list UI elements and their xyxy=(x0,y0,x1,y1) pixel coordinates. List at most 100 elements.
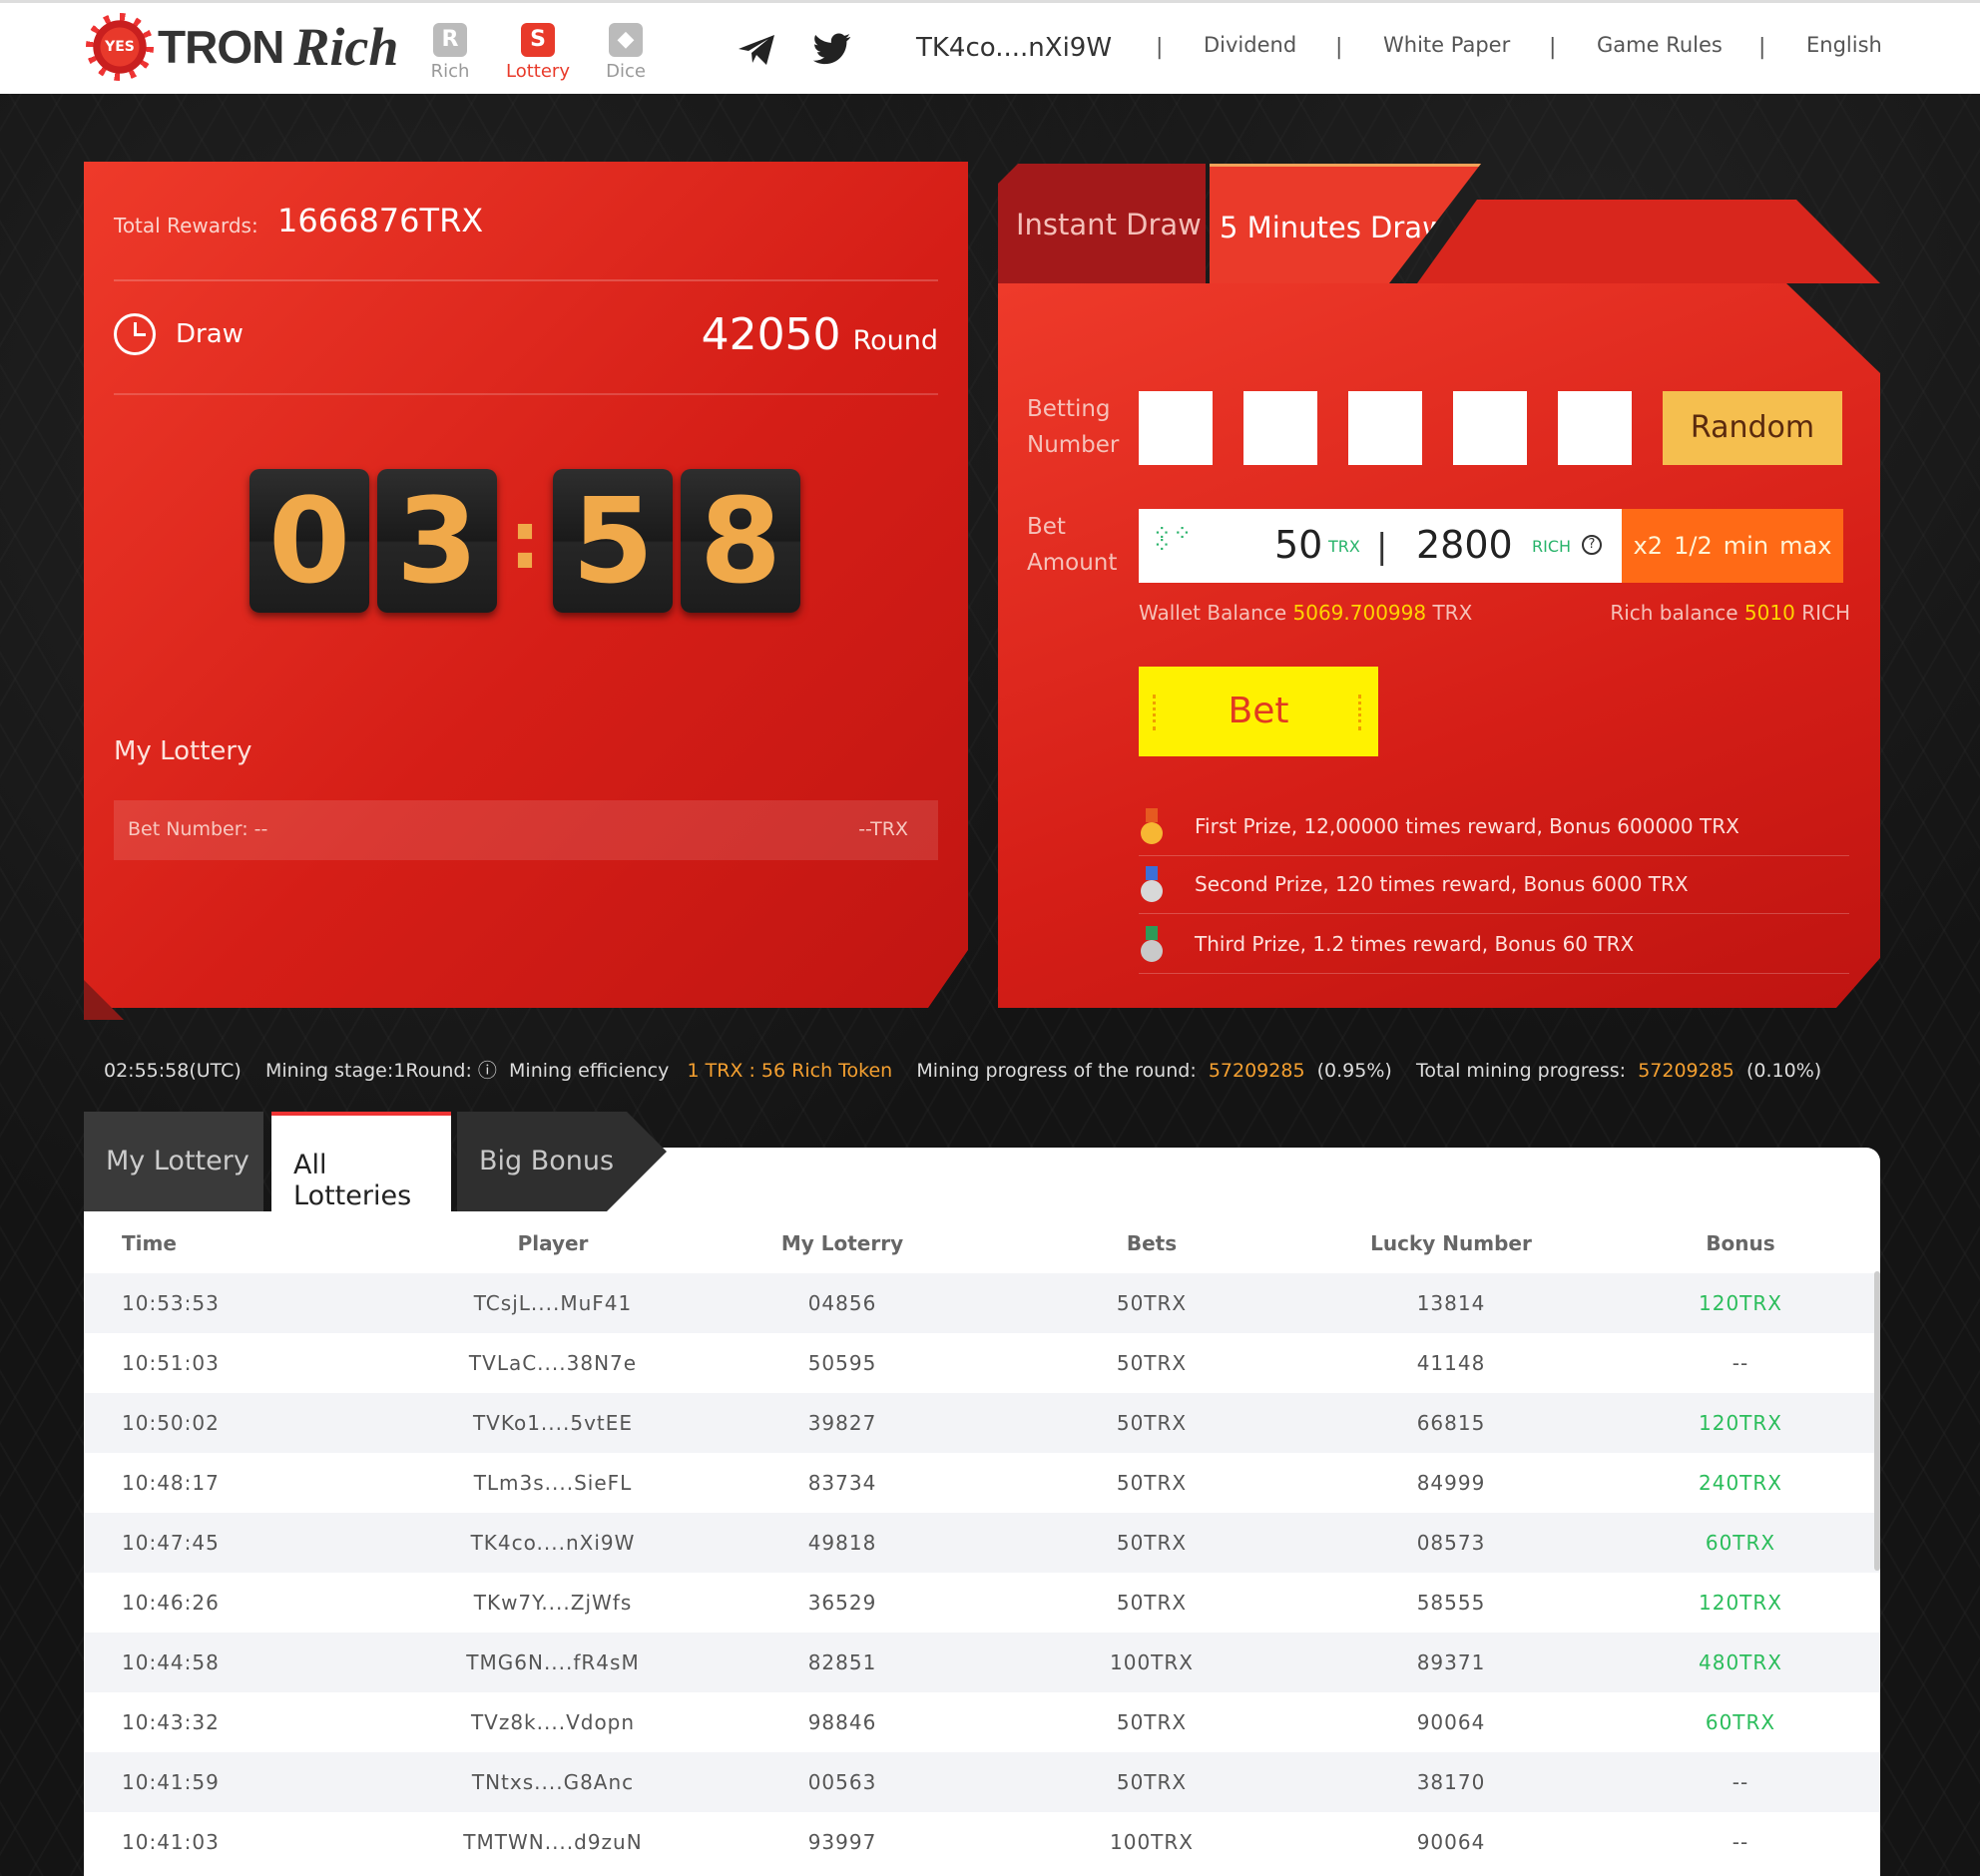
table-row[interactable]: 10:50:02 TVKo1....5vtEE 39827 50TRX 66815 120… xyxy=(84,1393,1880,1453)
amount-controls: x2 1/2 min max xyxy=(1622,509,1843,583)
table-row[interactable]: 10:43:32 TVz8k....Vdopn 98846 50TRX 90064 60T… xyxy=(84,1692,1880,1752)
cell-player[interactable]: TNtxs....G8Anc xyxy=(453,1770,653,1794)
link-game-rules[interactable]: Game Rules xyxy=(1597,33,1723,57)
max-button[interactable]: max xyxy=(1779,532,1831,560)
wallet-address[interactable]: TK4co....nXi9W xyxy=(916,33,1112,63)
nav-game-dice[interactable]: ◆ Dice xyxy=(581,23,671,82)
half-button[interactable]: 1/2 xyxy=(1674,532,1713,560)
cell-player[interactable]: TVz8k....Vdopn xyxy=(453,1710,653,1734)
cell-player[interactable]: TMTWN....d9zuN xyxy=(453,1830,653,1854)
table-row[interactable]: 10:41:59 TNtxs....G8Anc 00563 50TRX 38170 -- xyxy=(84,1752,1880,1812)
table-body: 10:53:53 TCsjL....MuF41 04856 50TRX 13814 120… xyxy=(84,1273,1880,1872)
telegram-icon[interactable] xyxy=(735,27,778,71)
col-lucky-number: Lucky Number xyxy=(1370,1231,1532,1255)
help-icon[interactable]: ? xyxy=(1582,535,1602,555)
header-separator: | xyxy=(1549,35,1557,60)
cell-player[interactable]: TK4co....nXi9W xyxy=(453,1531,653,1555)
timer-digit: 0 xyxy=(249,469,369,613)
cell-bets: 50TRX xyxy=(1116,1291,1188,1315)
cell-player[interactable]: TKw7Y....ZjWfs xyxy=(453,1591,653,1615)
cell-bets: 50TRX xyxy=(1116,1591,1188,1615)
mining-status-bar: 02:55:58(UTC) Mining stage:1Round: ⓘ Min… xyxy=(104,1056,1821,1083)
mining-efficiency-value: 1 TRX : 56 Rich Token xyxy=(687,1060,893,1082)
tab-my-lottery[interactable]: My Lottery xyxy=(84,1112,263,1211)
nav-game-rich[interactable]: R Rich xyxy=(405,23,495,82)
bronze-medal-icon xyxy=(1139,926,1165,966)
twitter-icon[interactable] xyxy=(810,27,854,71)
cell-bets: 50TRX xyxy=(1116,1351,1188,1375)
header-separator: | xyxy=(1758,35,1766,60)
link-dividend[interactable]: Dividend xyxy=(1204,33,1296,57)
rich-unit: RICH xyxy=(1801,601,1850,625)
tab-instant-draw[interactable]: Instant Draw xyxy=(998,164,1206,283)
cell-bets: 100TRX xyxy=(1110,1830,1194,1854)
language-selector[interactable]: English xyxy=(1806,33,1882,57)
cell-time: 10:50:02 xyxy=(122,1411,220,1435)
prize-text: Third Prize, 1.2 times reward, Bonus 60 … xyxy=(1195,932,1635,956)
link-white-paper[interactable]: White Paper xyxy=(1383,33,1510,57)
cell-lucky-number: 90064 xyxy=(1416,1830,1486,1854)
logo-rich-text: Rich xyxy=(293,17,399,77)
cell-player[interactable]: TLm3s....SieFL xyxy=(453,1471,653,1495)
cell-bets: 50TRX xyxy=(1116,1531,1188,1555)
table-scrollbar[interactable] xyxy=(1874,1271,1880,1571)
logo-tron-text: TRON xyxy=(158,21,284,73)
dots-grid-icon[interactable]: ⁘⁘ ⁘ xyxy=(1153,524,1192,563)
lotteries-table: Time Player My Loterry Bets Lucky Number… xyxy=(84,1211,1880,1876)
tab-label: My Lottery xyxy=(106,1146,249,1176)
col-my-lottery: My Loterry xyxy=(780,1231,904,1255)
random-button[interactable]: Random xyxy=(1663,391,1842,465)
logo[interactable]: YES TRON Rich xyxy=(86,13,399,81)
timer-colon: : xyxy=(509,494,541,587)
table-row[interactable]: 10:51:03 TVLaC....38N7e 50595 50TRX 41148 -- xyxy=(84,1333,1880,1393)
bet-digit-input-3[interactable] xyxy=(1348,391,1422,465)
countdown-timer: 0 3 : 5 8 xyxy=(249,467,808,615)
bet-amount-input[interactable]: ⁘⁘ ⁘ 50 TRX | 2800 RICH ? xyxy=(1139,509,1622,583)
cell-bets: 50TRX xyxy=(1116,1710,1188,1734)
cell-time: 10:47:45 xyxy=(122,1531,220,1555)
cell-player[interactable]: TVLaC....38N7e xyxy=(453,1351,653,1375)
table-row[interactable]: 10:47:45 TK4co....nXi9W 49818 50TRX 08573 60T… xyxy=(84,1513,1880,1573)
bet-digit-input-2[interactable] xyxy=(1243,391,1317,465)
bet-digit-input-1[interactable] xyxy=(1139,391,1213,465)
label-line: Bet xyxy=(1027,514,1066,540)
cell-time: 10:41:03 xyxy=(122,1830,220,1854)
amount-separator: | xyxy=(1376,527,1388,567)
table-row[interactable]: 10:46:26 TKw7Y....ZjWfs 36529 50TRX 58555 120… xyxy=(84,1573,1880,1633)
bet-button[interactable]: Bet xyxy=(1139,667,1378,756)
nav-game-label: Dice xyxy=(606,61,646,82)
divider xyxy=(114,393,938,395)
cell-my-lottery: 36529 xyxy=(807,1591,877,1615)
cell-bets: 50TRX xyxy=(1116,1471,1188,1495)
header-separator: | xyxy=(1335,35,1343,60)
amount-rich: 2800 xyxy=(1416,523,1513,567)
alarm-clock-icon xyxy=(114,313,156,355)
tab-label: Instant Draw xyxy=(1016,208,1202,241)
table-row[interactable]: 10:41:03 TMTWN....d9zuN 93997 100TRX 90064 -- xyxy=(84,1812,1880,1872)
table-header: Time Player My Loterry Bets Lucky Number… xyxy=(84,1211,1880,1273)
table-row[interactable]: 10:48:17 TLm3s....SieFL 83734 50TRX 84999 240… xyxy=(84,1453,1880,1513)
tabs-shelf xyxy=(559,1148,1880,1211)
cell-bonus: 120TRX xyxy=(1699,1591,1782,1615)
cell-player[interactable]: TCsjL....MuF41 xyxy=(453,1291,653,1315)
cell-my-lottery: 93997 xyxy=(807,1830,877,1854)
cell-my-lottery: 00563 xyxy=(807,1770,877,1794)
table-row[interactable]: 10:44:58 TMG6N....fR4sM 82851 100TRX 89371 48… xyxy=(84,1633,1880,1692)
bet-digit-input-4[interactable] xyxy=(1453,391,1527,465)
cell-player[interactable]: TVKo1....5vtEE xyxy=(453,1411,653,1435)
total-rewards-label: Total Rewards: xyxy=(114,214,258,237)
nav-game-lottery[interactable]: S Lottery xyxy=(493,23,583,82)
min-button[interactable]: min xyxy=(1724,532,1768,560)
cell-my-lottery: 83734 xyxy=(807,1471,877,1495)
cell-lucky-number: 08573 xyxy=(1416,1531,1486,1555)
double-button[interactable]: x2 xyxy=(1634,532,1663,560)
total-progress-label: Total mining progress: xyxy=(1416,1060,1627,1082)
tab-all-lotteries[interactable]: All Lotteries xyxy=(271,1112,451,1211)
bet-digit-input-5[interactable] xyxy=(1558,391,1632,465)
rich-label: Rich balance xyxy=(1610,601,1738,625)
table-row[interactable]: 10:53:53 TCsjL....MuF41 04856 50TRX 13814 120… xyxy=(84,1273,1880,1333)
cell-player[interactable]: TMG6N....fR4sM xyxy=(453,1650,653,1674)
cell-lucky-number: 66815 xyxy=(1416,1411,1486,1435)
mining-efficiency-label: Mining efficiency xyxy=(509,1060,670,1082)
cell-lucky-number: 90064 xyxy=(1416,1710,1486,1734)
